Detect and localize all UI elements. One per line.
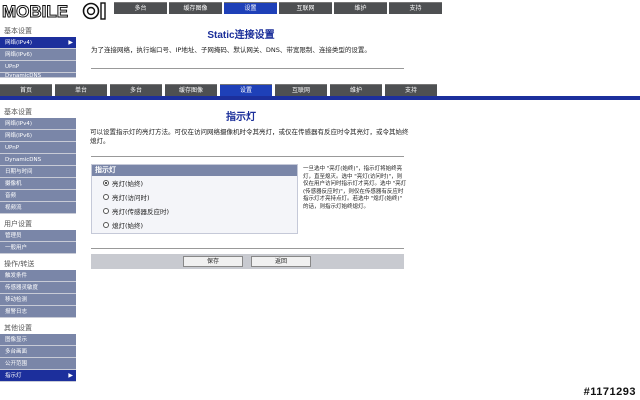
sidebar-item-image-display[interactable]: 图像显示 xyxy=(0,334,76,346)
sidebar-heading-users: 用户设置 xyxy=(4,220,32,228)
nav-accent-bar xyxy=(0,96,640,100)
indicator-options-panel: 指示灯 亮灯(始终) 亮灯(访问时) 亮灯(传感器反应时) 熄灯(始终) xyxy=(91,164,298,234)
tab-single[interactable]: 单台 xyxy=(55,84,107,96)
sidebar-item-general-user[interactable]: 一般用户 xyxy=(0,242,76,254)
sidebar-item-network-ipv6[interactable]: 网络(IPv6) xyxy=(0,49,76,61)
mobile01-logo: MOBILE xyxy=(2,1,122,21)
sidebar-item-dynamicdns[interactable]: DynamicDNS xyxy=(0,73,76,78)
sidebar-item-network-ipv4[interactable]: 网络(IPv4) xyxy=(0,37,76,49)
tab-maintenance[interactable]: 维护 xyxy=(330,84,382,96)
sidebar-item-camera[interactable]: 摄像机 xyxy=(0,178,76,190)
option-on-access[interactable]: 亮灯(访问时) xyxy=(92,190,297,204)
tab-settings[interactable]: 设置 xyxy=(220,84,272,96)
tab-settings[interactable]: 设置 xyxy=(224,2,277,14)
option-always-on[interactable]: 亮灯(始终) xyxy=(92,176,297,190)
save-button[interactable]: 保存 xyxy=(183,256,243,267)
tab-cached-images[interactable]: 缓存图像 xyxy=(165,84,217,96)
sidebar-item-video-stream[interactable]: 视频流 xyxy=(0,202,76,214)
option-label: 亮灯(传感器反应时) xyxy=(112,208,170,216)
sidebar-item-multi-view[interactable]: 多台画面 xyxy=(0,346,76,358)
top-nav: 首页 单台 多台 缓存图像 设置 互联网 维护 支持 xyxy=(0,84,440,96)
radio-button[interactable] xyxy=(103,194,109,200)
tab-maintenance[interactable]: 维护 xyxy=(334,2,387,14)
sidebar: 基本设置 网络(IPv4) 网络(IPv6) UPnP DynamicDNS xyxy=(0,25,76,78)
sidebar-item-motion-detection[interactable]: 移动检测 xyxy=(0,294,76,306)
watermark: #1171293 xyxy=(583,386,636,398)
radio-button[interactable] xyxy=(103,208,109,214)
button-bar: 保存 返回 xyxy=(91,254,404,269)
tab-multi[interactable]: 多台 xyxy=(110,84,162,96)
top-nav: 多台 缓存图像 设置 互联网 维护 支持 xyxy=(114,2,444,14)
page-title: Static连接设置 xyxy=(207,30,275,41)
indicator-settings-page: 首页 单台 多台 缓存图像 设置 互联网 维护 支持 基本设置 网络(IPv4)… xyxy=(0,84,640,400)
sidebar-item-upnp[interactable]: UPnP xyxy=(0,142,76,154)
sidebar-item-audio[interactable]: 音频 xyxy=(0,190,76,202)
sidebar-item-alarm-log[interactable]: 报警日志 xyxy=(0,306,76,318)
sidebar-heading-basic: 基本设置 xyxy=(4,108,32,116)
sidebar-item-sensor-sensitivity[interactable]: 传感器灵敏度 xyxy=(0,282,76,294)
sidebar-item-upnp[interactable]: UPnP xyxy=(0,61,76,73)
back-button[interactable]: 返回 xyxy=(251,256,311,267)
tab-multi[interactable]: 多台 xyxy=(114,2,167,14)
page-description: 可以设置指示灯的亮灯方法。可仅在访问网络摄像机时令其亮灯，或仅在传感器有反应时令… xyxy=(90,128,409,145)
sidebar-item-trigger[interactable]: 触发条件 xyxy=(0,270,76,282)
tab-internet[interactable]: 互联网 xyxy=(279,2,332,14)
divider xyxy=(91,68,404,69)
sidebar-item-dynamicdns[interactable]: DynamicDNS xyxy=(0,154,76,166)
sidebar-item-indicator[interactable]: 指示灯 xyxy=(0,370,76,382)
option-always-off[interactable]: 熄灯(始终) xyxy=(92,218,297,232)
page-title: 指示灯 xyxy=(226,112,256,123)
previous-page-fragment: MOBILE 多台 缓存图像 设置 互联网 维护 支持 基本设置 网络(IPv4… xyxy=(0,0,640,84)
sidebar-item-administrator[interactable]: 管理员 xyxy=(0,230,76,242)
tab-cached-images[interactable]: 缓存图像 xyxy=(169,2,222,14)
sidebar-item-network-ipv6[interactable]: 网络(IPv6) xyxy=(0,130,76,142)
sidebar-heading-basic: 基本设置 xyxy=(4,27,32,35)
divider xyxy=(91,156,404,157)
sidebar-heading-other: 其他设置 xyxy=(4,324,32,332)
radio-button[interactable] xyxy=(103,222,109,228)
sidebar-item-date-time[interactable]: 日期与时间 xyxy=(0,166,76,178)
option-label: 熄灯(始终) xyxy=(112,222,144,230)
sidebar-item-network-ipv4[interactable]: 网络(IPv4) xyxy=(0,118,76,130)
panel-heading: 指示灯 xyxy=(92,165,297,176)
option-label: 亮灯(访问时) xyxy=(112,194,150,202)
page-description: 为了连接网络，执行端口号、IP地址、子网掩码、默认网关、DNS、带宽限制、连接类… xyxy=(91,46,371,54)
tab-internet[interactable]: 互联网 xyxy=(275,84,327,96)
divider xyxy=(91,248,404,249)
sidebar-heading-operation: 操作/转送 xyxy=(4,260,35,268)
tab-support[interactable]: 支持 xyxy=(389,2,442,14)
option-label: 亮灯(始终) xyxy=(112,180,144,188)
sidebar: 基本设置 网络(IPv4) 网络(IPv6) UPnP DynamicDNS 日… xyxy=(0,106,76,382)
tab-home[interactable]: 首页 xyxy=(0,84,52,96)
option-on-sensor[interactable]: 亮灯(传感器反应时) xyxy=(92,204,297,218)
svg-text:MOBILE: MOBILE xyxy=(2,2,68,21)
tab-support[interactable]: 支持 xyxy=(385,84,437,96)
sidebar-item-public-range[interactable]: 公开范围 xyxy=(0,358,76,370)
help-text: 一旦选中 "亮灯(始终)"，指示灯将始终亮灯，直至熄灭。选中 "亮灯(访问时)"… xyxy=(303,166,407,210)
radio-button[interactable] xyxy=(103,180,109,186)
